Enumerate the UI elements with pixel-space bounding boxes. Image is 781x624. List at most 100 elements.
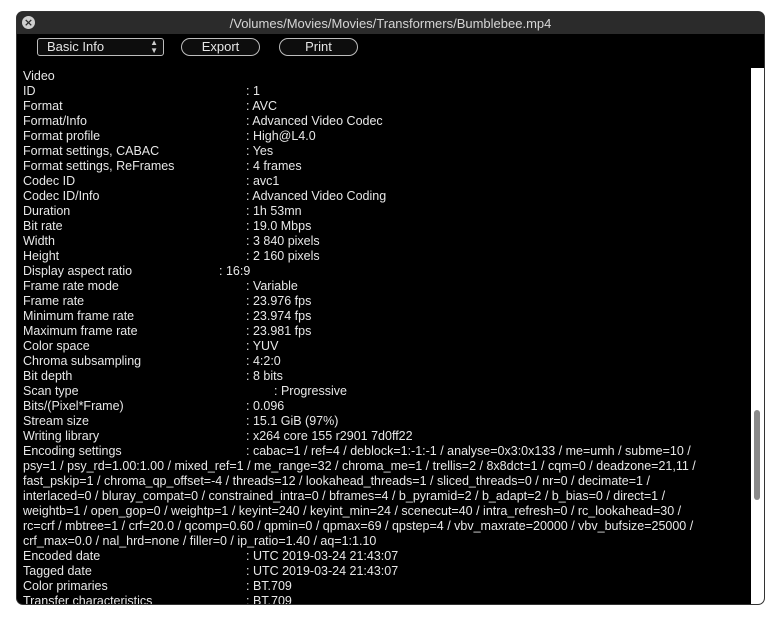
info-row: ID : 1 <box>23 84 748 99</box>
info-row: Color space : YUV <box>23 339 748 354</box>
info-value: : 4:2:0 <box>246 354 281 368</box>
info-label: Display aspect ratio <box>23 264 133 278</box>
info-value: : UTC 2019-03-24 21:43:07 <box>246 549 399 563</box>
info-row: Duration : 1h 53mn <box>23 204 748 219</box>
info-value: : 15.1 GiB (97%) <box>246 414 339 428</box>
encoding-settings-continuation: psy=1 / psy_rd=1.00:1.00 / mixed_ref=1 /… <box>23 459 696 473</box>
info-row: Transfer characteristics : BT.709 <box>23 594 748 604</box>
info-value: : 16:9 <box>219 264 251 278</box>
info-label: Bit depth <box>23 369 73 383</box>
scrollbar-thumb[interactable] <box>754 410 760 500</box>
info-label: Stream size <box>23 414 89 428</box>
info-row: Height : 2 160 pixels <box>23 249 748 264</box>
info-label: Writing library <box>23 429 100 443</box>
info-row: Frame rate mode : Variable <box>23 279 748 294</box>
vertical-scrollbar[interactable] <box>751 68 764 604</box>
info-value: : 8 bits <box>246 369 283 383</box>
info-label: Color primaries <box>23 579 108 593</box>
info-label: Encoded date <box>23 549 101 563</box>
encoding-settings-continuation: fast_pskip=1 / chroma_qp_offset=-4 / thr… <box>23 474 650 488</box>
info-label: Chroma subsampling <box>23 354 142 368</box>
encoding-settings-continuation: weightb=1 / open_gop=0 / weightp=1 / key… <box>23 504 682 518</box>
encoding-settings-continuation: crf_max=0.0 / nal_hrd=none / filler=0 / … <box>23 534 377 548</box>
info-value: : AVC <box>246 99 278 113</box>
info-label: Format settings, ReFrames <box>23 159 175 173</box>
info-text-area[interactable]: Video ID : 1 Format : AVC Format/Info : Advan… <box>23 69 748 604</box>
info-row: Writing library : x264 core 155 r2901 7d0… <box>23 429 748 444</box>
info-value: : 1 <box>246 84 260 98</box>
media-info-window: × /Volumes/Movies/Movies/Transformers/Bu… <box>17 12 764 604</box>
info-row: Scan type: Progressive <box>23 384 748 399</box>
info-value: : x264 core 155 r2901 7d0ff22 <box>246 429 413 443</box>
info-value: : 1h 53mn <box>246 204 302 218</box>
info-label: Format/Info <box>23 114 87 128</box>
info-value: : 23.981 fps <box>246 324 312 338</box>
info-label: Format settings, CABAC <box>23 144 160 158</box>
export-button[interactable]: Export <box>181 38 260 56</box>
info-value: : BT.709 <box>246 579 292 593</box>
info-value: : YUV <box>246 339 279 353</box>
window-title: /Volumes/Movies/Movies/Transformers/Bumb… <box>229 16 552 31</box>
info-row: Chroma subsampling : 4:2:0 <box>23 354 748 369</box>
info-label: Encoding settings <box>23 444 122 458</box>
info-value: : 0.096 <box>246 399 285 413</box>
info-row: Encoded date : UTC 2019-03-24 21:43:07 <box>23 549 748 564</box>
info-row: Format : AVC <box>23 99 748 114</box>
info-value: : BT.709 <box>246 594 292 604</box>
info-row: Minimum frame rate : 23.974 fps <box>23 309 748 324</box>
info-label: Transfer characteristics <box>23 594 153 604</box>
info-row: Bit rate : 19.0 Mbps <box>23 219 748 234</box>
info-row: Color primaries : BT.709 <box>23 579 748 594</box>
info-value: : 23.974 fps <box>246 309 312 323</box>
info-label: Codec ID <box>23 174 76 188</box>
print-button[interactable]: Print <box>279 38 358 56</box>
info-label: Codec ID/Info <box>23 189 100 203</box>
info-row: Stream size : 15.1 GiB (97%) <box>23 414 748 429</box>
info-row: Display aspect ratio : 16:9 <box>23 264 748 279</box>
info-label: ID <box>23 84 36 98</box>
info-value: : UTC 2019-03-24 21:43:07 <box>246 564 399 578</box>
info-value: : 2 160 pixels <box>246 249 320 263</box>
encoding-settings-continuation: interlaced=0 / bluray_compat=0 / constra… <box>23 489 666 503</box>
info-label: Format <box>23 99 63 113</box>
info-label: Bit rate <box>23 219 63 233</box>
info-row: Bit depth : 8 bits <box>23 369 748 384</box>
info-row: Width : 3 840 pixels <box>23 234 748 249</box>
info-label: Color space <box>23 339 90 353</box>
info-value: : 19.0 Mbps <box>246 219 312 233</box>
info-value: : 23.976 fps <box>246 294 312 308</box>
toolbar: Basic Info ▲ ▼ Export Print <box>17 34 764 68</box>
info-value: : avc1 <box>246 174 280 188</box>
info-row: Format/Info : Advanced Video Codec <box>23 114 748 129</box>
info-row: Bits/(Pixel*Frame) : 0.096 <box>23 399 748 414</box>
info-label: Bits/(Pixel*Frame) <box>23 399 124 413</box>
info-value: : Yes <box>246 144 274 158</box>
info-label: Scan type <box>23 384 79 398</box>
info-label: Maximum frame rate <box>23 324 138 338</box>
info-value: : 3 840 pixels <box>246 234 320 248</box>
info-label: Format profile <box>23 129 101 143</box>
view-select[interactable]: Basic Info ▲ ▼ <box>37 38 164 56</box>
info-value: : Advanced Video Codec <box>246 114 383 128</box>
info-label: Frame rate <box>23 294 85 308</box>
info-label: Duration <box>23 204 71 218</box>
info-row: Format profile : High@L4.0 <box>23 129 748 144</box>
info-row: Maximum frame rate : 23.981 fps <box>23 324 748 339</box>
section-heading: Video <box>23 69 55 83</box>
info-label: Width <box>23 234 55 248</box>
info-value: : cabac=1 / ref=4 / deblock=1:-1:-1 / an… <box>246 444 691 458</box>
info-label: Frame rate mode <box>23 279 119 293</box>
info-row: Encoding settings : cabac=1 / ref=4 / deb… <box>23 444 748 459</box>
view-select-value: Basic Info <box>47 39 105 54</box>
title-bar: × /Volumes/Movies/Movies/Transformers/Bu… <box>17 12 764 34</box>
info-row: Format settings, CABAC : Yes <box>23 144 748 159</box>
info-row: Codec ID : avc1 <box>23 174 748 189</box>
info-label: Tagged date <box>23 564 92 578</box>
info-value: : 4 frames <box>246 159 302 173</box>
info-value: : High@L4.0 <box>246 129 316 143</box>
info-label: Minimum frame rate <box>23 309 135 323</box>
info-value: : Variable <box>246 279 298 293</box>
info-value: : Advanced Video Coding <box>246 189 387 203</box>
encoding-settings-continuation: rc=crf / mbtree=1 / crf=20.0 / qcomp=0.6… <box>23 519 694 533</box>
info-label: Height <box>23 249 60 263</box>
